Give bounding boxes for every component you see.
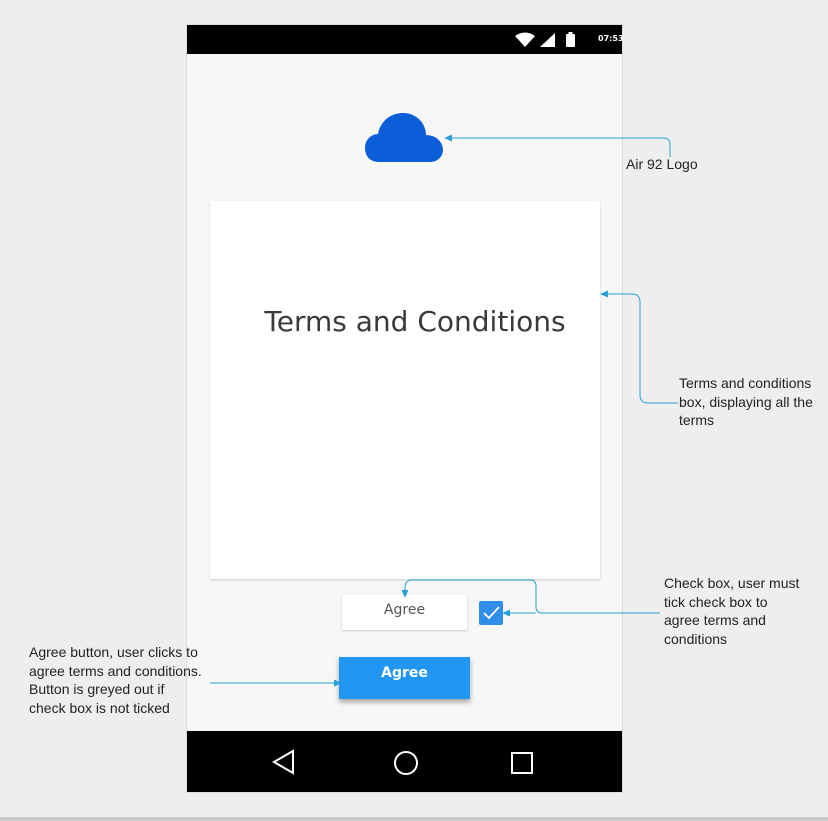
annotation-agree-button: Agree button, user clicks to agree terms…: [29, 644, 202, 716]
checkbox-annotation-arrow: [404, 579, 660, 614]
annotation-checkbox: Check box, user must tick check box to a…: [664, 575, 800, 647]
annotation-logo: Air 92 Logo: [626, 156, 698, 172]
terms-annotation-arrow: [604, 293, 678, 404]
annotation-terms-box: Terms and conditions box, displaying all…: [679, 375, 813, 428]
